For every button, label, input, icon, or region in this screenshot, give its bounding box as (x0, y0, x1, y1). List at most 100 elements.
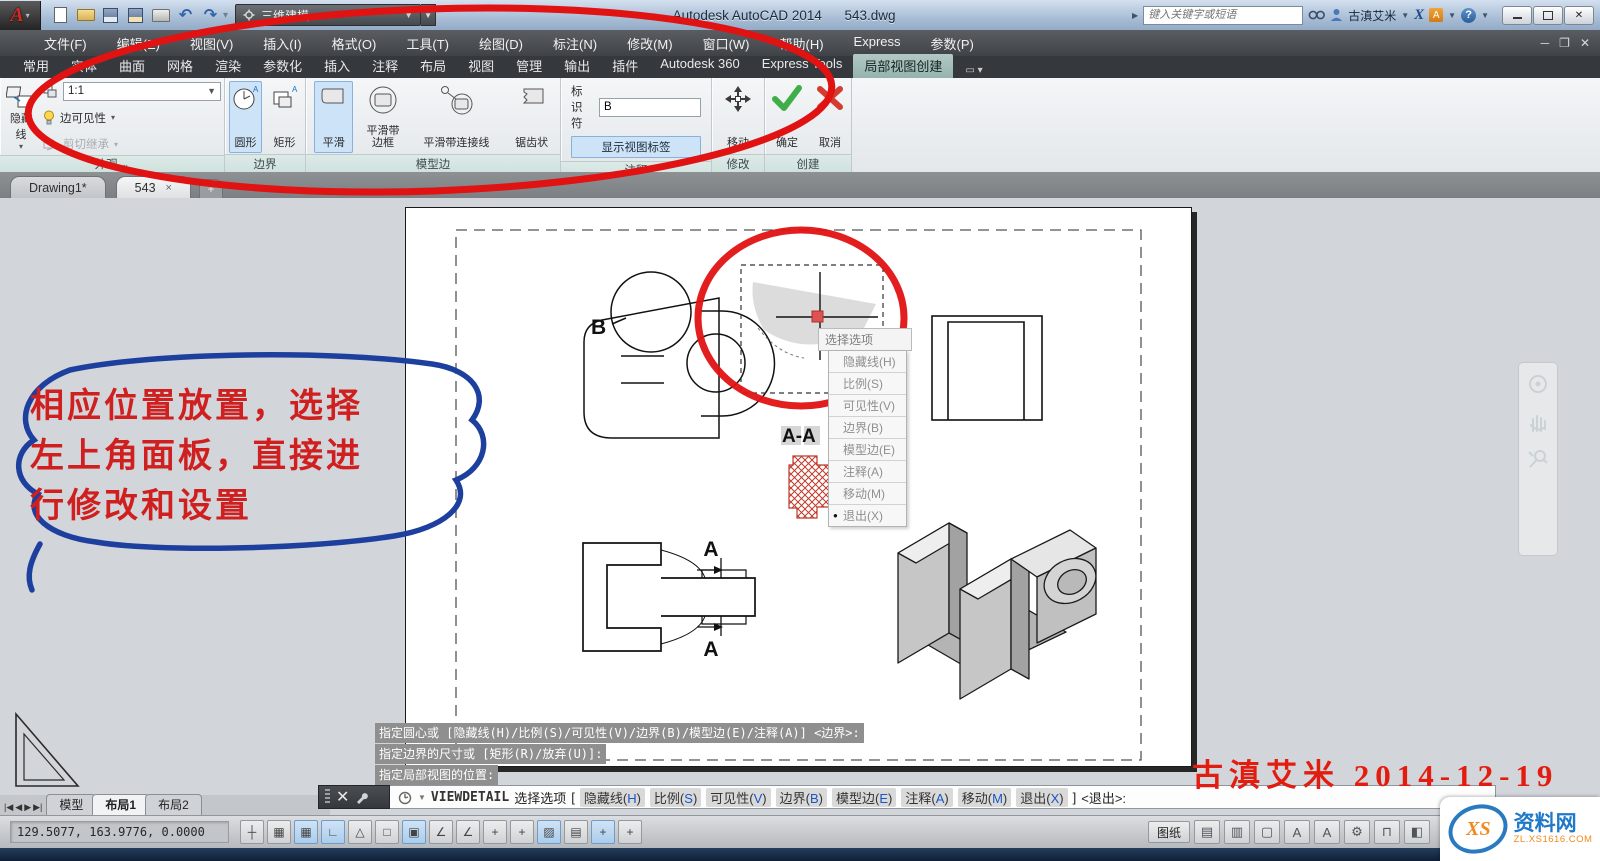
navigation-bar[interactable] (1518, 362, 1558, 556)
menu-item[interactable]: Express (840, 31, 915, 56)
menu-item[interactable]: 绘图(D) (465, 31, 537, 56)
drag-handle-icon[interactable] (325, 789, 330, 805)
ribbon-tab[interactable]: Express Tools (751, 54, 854, 78)
ribbon-tab[interactable]: 管理 (505, 54, 553, 78)
maximize-button[interactable] (1533, 6, 1563, 25)
ribbon-tab[interactable]: Autodesk 360 (649, 54, 751, 78)
show-view-label-button[interactable]: 显示视图标签 (571, 136, 701, 158)
ribbon-tab[interactable]: 插件 (601, 54, 649, 78)
dynamic-ucs-toggle[interactable]: ∠ (456, 820, 480, 844)
undo-icon[interactable]: ↶ (174, 5, 197, 25)
workspace-gear-icon[interactable]: ⚙ (1344, 820, 1370, 844)
ribbon-tab[interactable]: 注释 (361, 54, 409, 78)
layout-nav-icon[interactable]: ▶| (33, 802, 42, 813)
minimize-button[interactable] (1502, 6, 1532, 25)
ribbon-tab[interactable]: 参数化 (252, 54, 313, 78)
annotation-visibility-icon[interactable]: A (1284, 820, 1310, 844)
command-option[interactable]: 注释(A) (901, 788, 952, 807)
exchange-icon[interactable]: X (1414, 7, 1424, 24)
jagged-button[interactable]: 锯齿状 (507, 81, 556, 153)
chevron-down-icon[interactable]: ▼ (1448, 11, 1456, 20)
ribbon-tab[interactable]: 常用 (12, 54, 60, 78)
panel-footer-model-edge[interactable]: 模型边 (306, 154, 560, 172)
chevron-down-icon[interactable]: ▼ (1401, 11, 1409, 20)
doc-close-button[interactable]: ✕ (1580, 36, 1590, 50)
scale-select[interactable]: 1:1▼ (63, 82, 221, 101)
context-menu-item[interactable]: 移动(M) (829, 483, 906, 505)
context-menu-item[interactable]: 比例(S) (829, 373, 906, 395)
command-option[interactable]: 边界(B) (776, 788, 827, 807)
3d-object-snap-toggle[interactable]: ▣ (402, 820, 426, 844)
redo-icon[interactable]: ↷ (199, 5, 222, 25)
ribbon-tab[interactable]: 曲面 (108, 54, 156, 78)
layout-nav-icon[interactable]: |◀ (4, 802, 13, 813)
zoom-icon[interactable] (1527, 447, 1549, 469)
layout-nav-icon[interactable]: ◀ (15, 802, 22, 813)
context-menu-item[interactable]: 边界(B) (829, 417, 906, 439)
command-option[interactable]: 移动(M) (958, 788, 1012, 807)
menu-item[interactable]: 工具(T) (392, 31, 463, 56)
command-option[interactable]: 可见性(V) (706, 788, 770, 807)
transparency-toggle[interactable]: ▨ (537, 820, 561, 844)
chevron-left-icon[interactable]: ▶ (1132, 11, 1138, 20)
search-icon[interactable] (1308, 9, 1325, 22)
smooth-with-leader-button[interactable]: 平滑带连接线 (412, 81, 500, 153)
menu-item[interactable]: 编辑(E) (103, 31, 174, 56)
context-menu-item[interactable]: ●退出(X) (829, 505, 906, 526)
viewport-maximize-icon[interactable]: ▢ (1254, 820, 1280, 844)
object-snap-tracking-toggle[interactable]: ∠ (429, 820, 453, 844)
plot-icon[interactable] (149, 5, 172, 25)
dual-view-icon[interactable]: ▥ (1224, 820, 1250, 844)
object-snap-toggle[interactable]: □ (375, 820, 399, 844)
workspace-menu-button[interactable]: ▼ (421, 4, 436, 26)
ribbon-minimize-button[interactable]: ▭ ▾ (959, 63, 988, 78)
panel-footer-boundary[interactable]: 边界 (225, 154, 305, 172)
command-option[interactable]: 退出(X) (1016, 788, 1067, 807)
cancel-button[interactable]: 取消 (813, 81, 847, 153)
customize-wrench-icon[interactable] (355, 791, 368, 804)
quick-properties-toggle[interactable]: ▤ (564, 820, 588, 844)
new-drawing-tab-button[interactable]: + (199, 179, 223, 198)
command-bar-handle[interactable]: ✕ (318, 785, 390, 809)
annotation-autoscale-icon[interactable]: A (1314, 820, 1340, 844)
workspace-dropdown[interactable]: 三维建模 ▼ (235, 4, 421, 26)
layout-tab-布局1[interactable]: 布局1 (92, 794, 149, 815)
plot-preview-icon[interactable]: ▤ (1194, 820, 1220, 844)
boundary-circular-button[interactable]: A 圆形 (229, 81, 262, 153)
move-button[interactable]: 移动 (716, 81, 760, 153)
pan-hand-icon[interactable] (1527, 409, 1549, 433)
dynamic-input-toggle[interactable]: + (483, 820, 507, 844)
edge-visibility-button[interactable]: 边可见性 ▾ (43, 109, 221, 127)
command-option[interactable]: 模型边(E) (832, 788, 896, 807)
command-option[interactable]: 比例(S) (650, 788, 701, 807)
menu-item[interactable]: 窗口(W) (689, 31, 764, 56)
context-menu-item[interactable]: 可见性(V) (829, 395, 906, 417)
ribbon-tab[interactable]: 视图 (457, 54, 505, 78)
search-input[interactable] (1143, 6, 1303, 25)
ribbon-tab[interactable]: 实体 (60, 54, 108, 78)
boundary-rectangular-button[interactable]: A 矩形 (268, 81, 301, 153)
identifier-input[interactable] (599, 98, 701, 117)
ribbon-tab[interactable]: 渲染 (204, 54, 252, 78)
unlock-icon[interactable]: ⊓ (1374, 820, 1400, 844)
file-tab-drawing1[interactable]: Drawing1* (10, 176, 106, 198)
context-menu-item[interactable]: 注释(A) (829, 461, 906, 483)
ribbon-tab[interactable]: 局部视图创建 (853, 54, 953, 78)
panel-footer-create[interactable]: 创建 (765, 154, 851, 172)
paper-model-toggle[interactable]: 图纸 (1148, 821, 1190, 843)
steering-wheel-icon[interactable] (1527, 373, 1549, 395)
menu-item[interactable]: 修改(M) (613, 31, 687, 56)
menu-item[interactable]: 格式(O) (318, 31, 391, 56)
ribbon-tab[interactable]: 网格 (156, 54, 204, 78)
chevron-down-icon[interactable]: ▼ (418, 793, 426, 802)
menu-item[interactable]: 插入(I) (249, 31, 315, 56)
doc-restore-button[interactable]: ❐ (1559, 36, 1570, 50)
command-option[interactable]: 隐藏线(H) (580, 788, 645, 807)
smooth-with-border-button[interactable]: 平滑带边框 (360, 81, 405, 153)
open-file-icon[interactable] (74, 5, 97, 25)
hidden-lines-button[interactable]: 隐藏线 ▾ (4, 81, 38, 154)
annotation-monitor-toggle[interactable]: + (618, 820, 642, 844)
snap-mode-toggle[interactable]: ▦ (267, 820, 291, 844)
layout-tab-模型[interactable]: 模型 (46, 794, 96, 815)
ortho-mode-toggle[interactable]: ∟ (321, 820, 345, 844)
